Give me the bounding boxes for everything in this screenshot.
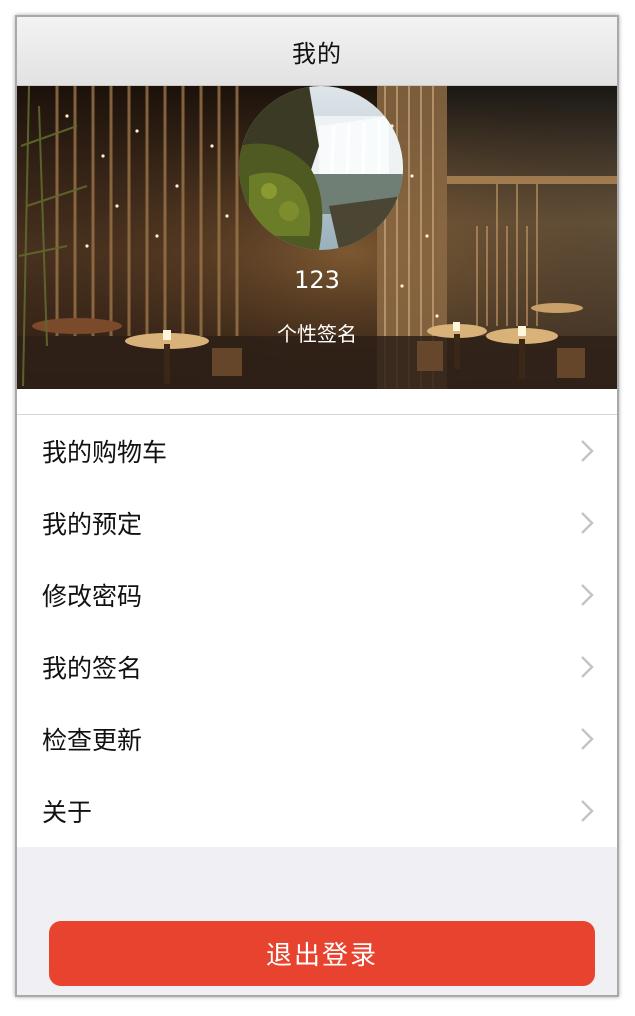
section-spacer (17, 389, 617, 415)
avatar-waterfall-image (239, 86, 403, 250)
signature[interactable]: 个性签名 (17, 318, 617, 347)
chevron-right-icon (577, 654, 597, 680)
menu-item-label: 检查更新 (42, 726, 143, 755)
menu-item-change-password[interactable]: 修改密码 (17, 559, 617, 631)
menu-item-check-updates[interactable]: 检查更新 (17, 703, 617, 775)
menu-item-label: 关于 (42, 798, 93, 827)
chevron-right-icon (577, 798, 597, 824)
username: 123 (294, 266, 340, 294)
logout-button[interactable]: 退出登录 (49, 921, 595, 986)
menu-item-label: 我的签名 (42, 654, 143, 683)
menu-item-label: 我的预定 (42, 510, 143, 539)
chevron-right-icon (577, 510, 597, 536)
menu-list: 我的购物车 我的预定 修改密码 我的签名 检查更新 关于 (17, 415, 617, 847)
menu-item-about[interactable]: 关于 (17, 775, 617, 847)
chevron-right-icon (577, 726, 597, 752)
page-title: 我的 (292, 39, 342, 68)
menu-item-my-signature[interactable]: 我的签名 (17, 631, 617, 703)
chevron-right-icon (577, 582, 597, 608)
chevron-right-icon (577, 438, 597, 464)
menu-item-label: 我的购物车 (42, 438, 168, 467)
menu-item-my-reservations[interactable]: 我的预定 (17, 487, 617, 559)
profile-banner: 123 个性签名 (17, 86, 617, 389)
menu-item-label: 修改密码 (42, 582, 143, 611)
avatar[interactable] (239, 86, 403, 250)
navigation-bar: 我的 (17, 17, 617, 86)
menu-item-shopping-cart[interactable]: 我的购物车 (17, 415, 617, 487)
app-window: 我的 123 个性签名 我的购物车 我的预定 修改密码 我的签名 检查更新 关于… (15, 15, 619, 997)
